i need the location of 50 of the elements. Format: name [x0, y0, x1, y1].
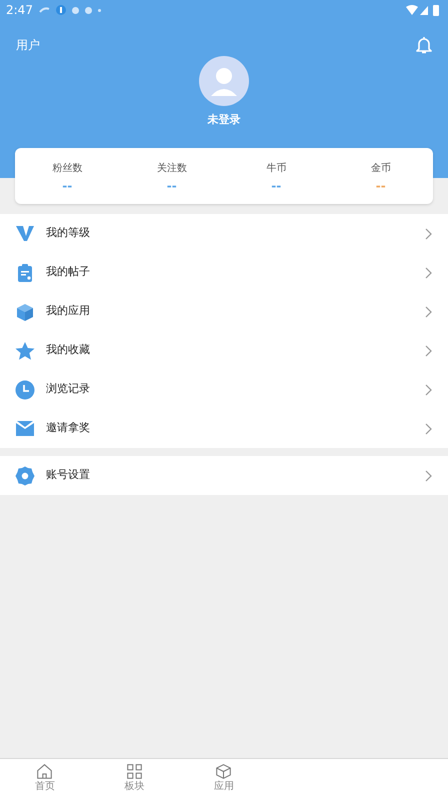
menu-label: 我的等级	[46, 225, 91, 242]
chevron-right-icon	[425, 306, 432, 318]
settings-icon	[15, 466, 35, 486]
menu-item[interactable]: 浏览记录	[0, 370, 448, 409]
download-icon	[56, 5, 66, 15]
stat-value[interactable]: --	[376, 180, 386, 192]
chevron-right-icon	[425, 384, 432, 396]
menu-item[interactable]: 账号设置	[0, 456, 448, 495]
cube-icon	[15, 302, 35, 322]
system-status-icons	[406, 4, 442, 16]
bell-icon[interactable]	[416, 36, 432, 54]
stat-value[interactable]: --	[166, 180, 177, 192]
status-time: 2:47	[6, 2, 33, 19]
v-letter-icon	[15, 224, 35, 244]
nav-tab[interactable]: 板块	[90, 759, 180, 796]
menu-label: 我的帖子	[46, 264, 91, 280]
home-icon	[36, 763, 54, 780]
nav-tab[interactable]: 应用	[179, 759, 269, 796]
chevron-right-icon	[425, 422, 432, 434]
dot-icon	[98, 8, 101, 12]
avatar[interactable]	[199, 56, 249, 106]
stat-label: 粉丝数	[52, 162, 82, 176]
chevron-right-icon	[425, 266, 432, 278]
chevron-right-icon	[425, 344, 432, 356]
menu-label: 邀请拿奖	[46, 420, 91, 436]
page-title: 用户	[16, 37, 40, 54]
menu-label: 我的应用	[46, 303, 91, 320]
cube-icon	[215, 763, 232, 780]
clock-icon	[15, 380, 35, 400]
grid-icon	[126, 763, 143, 780]
menu-label: 我的收藏	[46, 342, 91, 358]
nav-tab[interactable]: 首页	[0, 759, 90, 796]
chevron-right-icon	[425, 228, 432, 240]
star-icon	[15, 340, 35, 360]
stat-value[interactable]: --	[62, 180, 72, 192]
menu-item[interactable]: 我的应用	[0, 292, 448, 331]
stat-label: 关注数	[156, 162, 187, 176]
menu-label: 浏览记录	[46, 381, 91, 398]
envelope-icon	[15, 418, 35, 438]
menu-item[interactable]: 我的帖子	[0, 253, 448, 292]
stat-value[interactable]: --	[271, 180, 282, 192]
clipboard-icon	[15, 262, 35, 282]
chevron-right-icon	[425, 470, 432, 482]
stat-label: 牛币	[266, 162, 286, 176]
menu-item[interactable]: 我的等级	[0, 214, 448, 253]
menu-item[interactable]: 我的收藏	[0, 331, 448, 370]
stat-label: 金币	[370, 162, 391, 176]
menu-item[interactable]: 邀请拿奖	[0, 409, 448, 448]
login-status[interactable]: 未登录	[208, 112, 240, 128]
menu-label: 账号设置	[46, 467, 91, 484]
